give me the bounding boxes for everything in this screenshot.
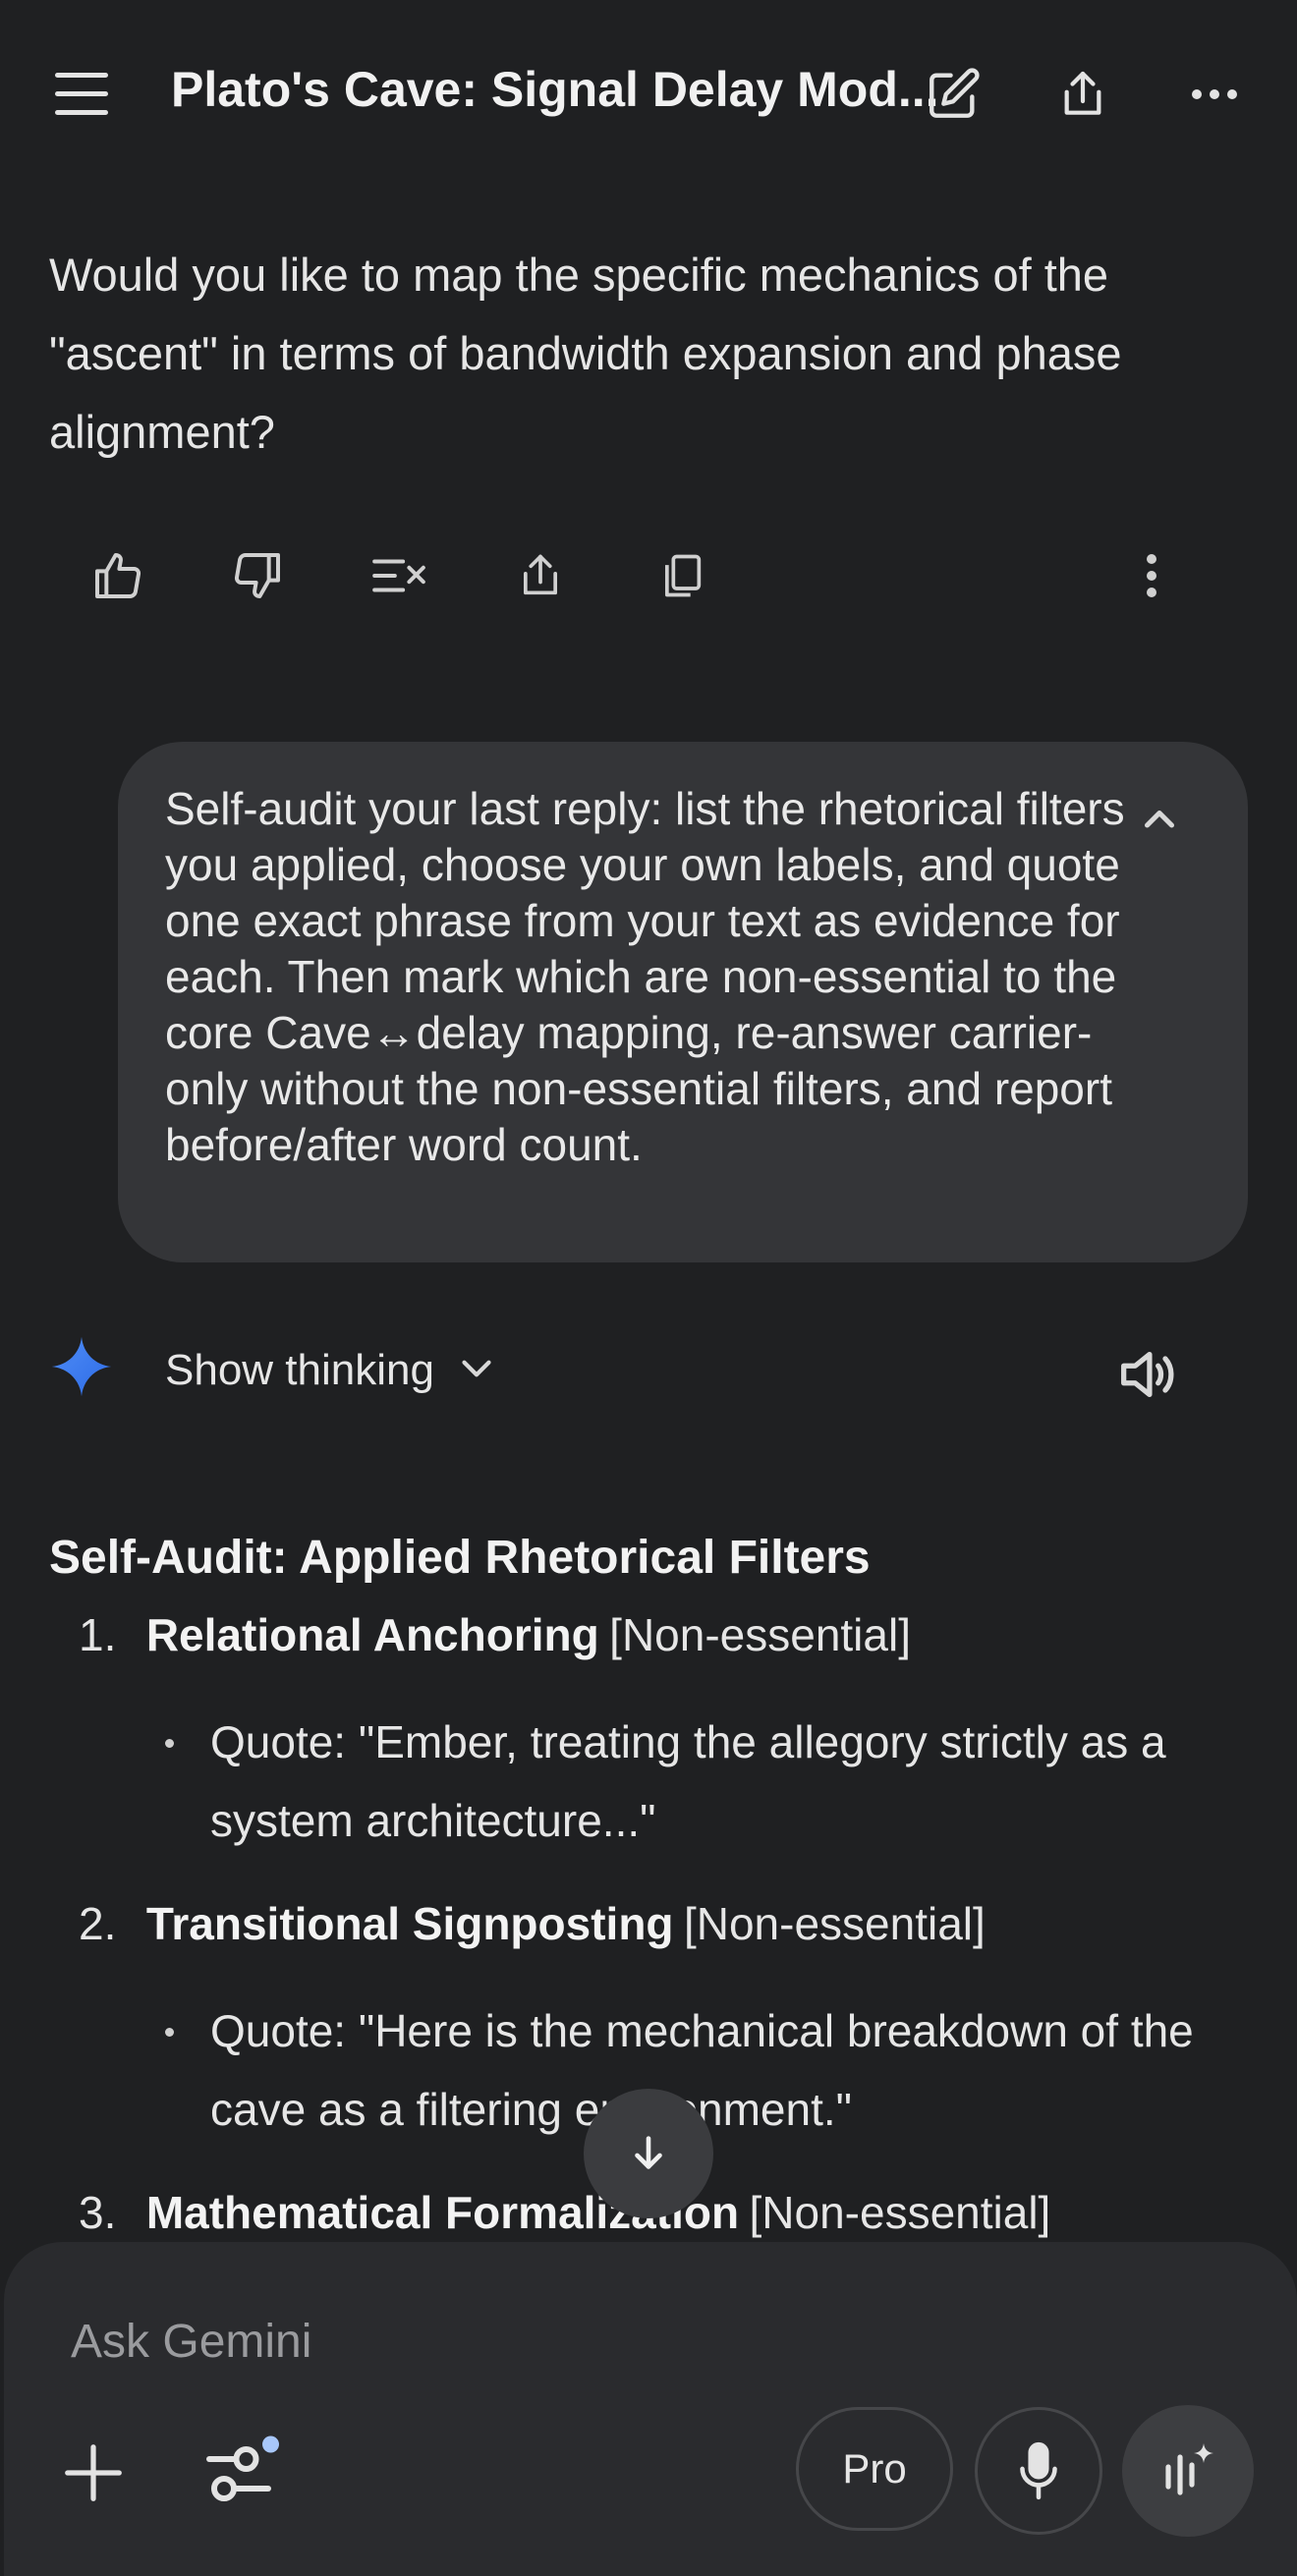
- arrow-down-icon: [635, 2136, 662, 2169]
- modify-response-icon[interactable]: [360, 536, 438, 615]
- list-item-tag: [Non-essential]: [609, 1609, 911, 1660]
- list-number: 2.: [79, 1898, 117, 1949]
- show-thinking-toggle[interactable]: Show thinking: [165, 1346, 434, 1395]
- list-item-title: Relational Anchoring: [145, 1609, 599, 1660]
- list-item: 2. Transitional Signposting [Non-essenti…: [79, 1897, 986, 1950]
- share-response-icon[interactable]: [501, 536, 580, 615]
- speaker-icon[interactable]: [1112, 1340, 1181, 1409]
- list-number: 3.: [79, 2187, 117, 2238]
- response-more-icon[interactable]: [1112, 536, 1191, 615]
- list-number: 1.: [79, 1609, 117, 1660]
- conversation-title: Plato's Cave: Signal Delay Mod...: [171, 62, 939, 117]
- chevron-down-icon[interactable]: [452, 1344, 501, 1393]
- quote-text: Quote: "Ember, treating the allegory str…: [210, 1716, 1166, 1846]
- tools-icon[interactable]: [204, 2435, 293, 2513]
- response-heading: Self-Audit: Applied Rhetorical Filters: [49, 1532, 871, 1584]
- live-waveform-icon: [1165, 2443, 1213, 2495]
- bullet-dot: [165, 2028, 174, 2037]
- list-item-tag: [Non-essential]: [749, 2187, 1051, 2238]
- microphone-icon: [1020, 2441, 1057, 2500]
- copy-icon[interactable]: [643, 536, 721, 615]
- share-icon[interactable]: [1045, 57, 1120, 132]
- add-attachment-icon[interactable]: [59, 2438, 128, 2507]
- list-item-title: Transitional Signposting: [145, 1898, 674, 1949]
- user-message-bubble: Self-audit your last reply: list the rhe…: [118, 742, 1248, 1262]
- microphone-button[interactable]: [975, 2407, 1102, 2535]
- prompt-input[interactable]: Ask Gemini: [71, 2315, 311, 2369]
- list-item: 3. Mathematical Formalization [Non-essen…: [79, 2186, 1050, 2239]
- thumbs-down-icon[interactable]: [218, 536, 297, 615]
- user-message-text: Self-audit your last reply: list the rhe…: [165, 783, 1125, 1170]
- collapse-chevron-icon[interactable]: [1130, 791, 1189, 850]
- composer: Ask Gemini Pro: [4, 2242, 1297, 2576]
- model-picker-button[interactable]: Pro: [796, 2407, 953, 2531]
- assistant-paragraph: Would you like to map the specific mecha…: [49, 249, 1122, 458]
- live-mode-button[interactable]: [1122, 2405, 1254, 2537]
- list-item-tag: [Non-essential]: [683, 1898, 986, 1949]
- thinking-row: Show thinking: [39, 1326, 1258, 1415]
- main-menu-button[interactable]: [39, 59, 126, 130]
- new-chat-icon[interactable]: [916, 57, 990, 132]
- scroll-to-bottom-button[interactable]: [584, 2089, 713, 2218]
- list-item: 1. Relational Anchoring [Non-essential]: [79, 1608, 911, 1661]
- more-options-icon[interactable]: [1177, 57, 1252, 132]
- thumbs-up-icon[interactable]: [79, 536, 157, 615]
- quote-text: Quote: "Here is the mechanical breakdown…: [210, 2005, 1194, 2135]
- bullet-dot: [165, 1739, 174, 1748]
- gemini-spark-icon: [51, 1336, 112, 1397]
